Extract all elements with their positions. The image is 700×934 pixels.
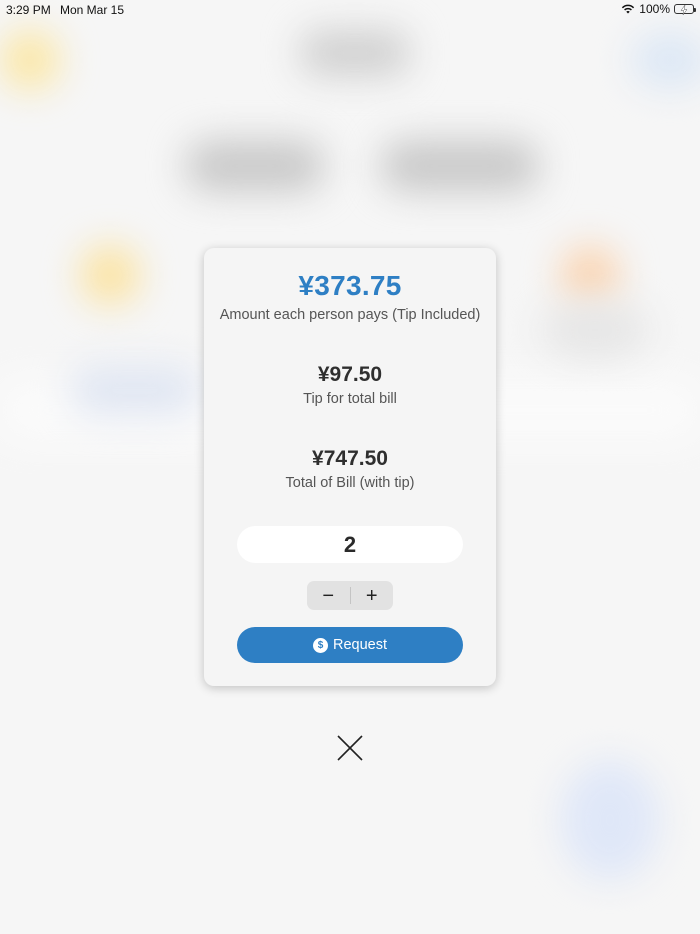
background-title-blur	[300, 30, 410, 76]
background-blur	[0, 30, 60, 90]
bill-total-label: Total of Bill (with tip)	[285, 475, 415, 491]
request-button[interactable]: $ Request	[237, 627, 463, 663]
background-blur	[630, 30, 700, 90]
background-button-blur	[380, 140, 540, 192]
background-blur	[70, 365, 200, 415]
status-indicators: 100%	[621, 2, 696, 16]
background-blur	[80, 245, 140, 305]
people-count-stepper: − +	[307, 581, 393, 610]
battery-charging-icon	[674, 4, 696, 15]
status-bar: 3:29 PM Mon Mar 15 100%	[0, 0, 700, 20]
split-result-card: ¥373.75 Amount each person pays (Tip Inc…	[204, 248, 496, 686]
close-button[interactable]	[334, 732, 366, 764]
amount-each-person: ¥373.75	[298, 270, 402, 301]
charging-bolt-icon	[680, 5, 688, 15]
background-blur	[560, 245, 620, 305]
status-date: Mon Mar 15	[60, 3, 125, 17]
increment-button[interactable]: +	[351, 581, 394, 610]
background-button-blur	[185, 140, 325, 192]
wifi-icon	[621, 4, 635, 14]
tip-total-value: ¥97.50	[317, 363, 383, 386]
request-button-label: Request	[332, 637, 387, 653]
bill-total-value: ¥747.50	[312, 447, 388, 470]
amount-each-person-label: Amount each person pays (Tip Included)	[219, 307, 481, 323]
tip-total-label: Tip for total bill	[303, 391, 397, 407]
dollar-circle-icon: $	[312, 637, 328, 653]
status-time: 3:29 PM	[6, 3, 51, 17]
background-blur	[560, 760, 660, 880]
background-blur	[540, 300, 650, 360]
close-icon	[337, 735, 363, 761]
battery-percentage: 100%	[639, 2, 670, 16]
people-count-field[interactable]: 2	[237, 526, 463, 563]
decrement-button[interactable]: −	[307, 581, 350, 610]
